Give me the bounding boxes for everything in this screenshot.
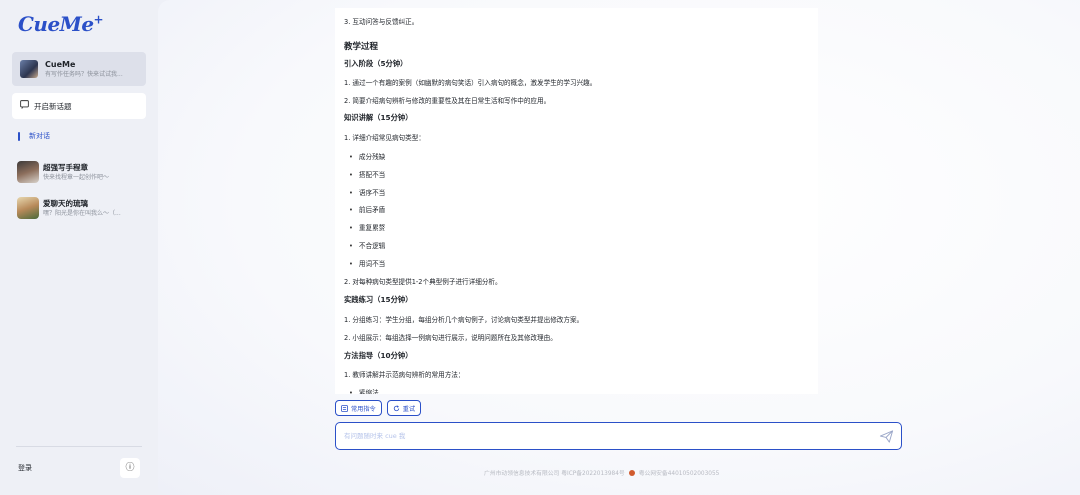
agent-name: CueMe <box>45 60 76 69</box>
retry-label: 重试 <box>402 405 416 413</box>
subsection-heading: 引入阶段（5分钟） <box>344 59 408 68</box>
sidebar: CueMe+ CueMe 有写作任务吗？快来试试我... 开启新话题 新对话 超… <box>0 0 158 495</box>
retry-button[interactable]: 重试 <box>386 400 422 416</box>
chat-input-box <box>335 422 902 450</box>
info-icon[interactable]: ⓘ <box>120 458 140 478</box>
persona-subtitle: 嘿？阳光是你在叫我么～（... <box>43 209 121 217</box>
retry-icon <box>393 404 399 411</box>
new-topic-button[interactable]: 开启新话题 <box>12 93 146 119</box>
persona-avatar <box>17 197 39 219</box>
bullet-item: 前后矛盾 <box>349 204 385 214</box>
app-logo[interactable]: CueMe+ <box>18 12 104 36</box>
paragraph-line: 1. 详细介绍常见病句类型： <box>344 134 425 142</box>
bullet-item: 成分残缺 <box>349 151 385 161</box>
bullet-item: 搭配不当 <box>349 169 385 179</box>
logo-text: CueMe <box>18 12 94 36</box>
new-chat-icon <box>20 100 29 112</box>
bullet-item: 不合逻辑 <box>349 240 385 250</box>
agent-avatar <box>20 60 38 78</box>
paragraph-line: 1. 通过一个有趣的案例（如幽默的病句笑话）引入病句的概念，激发学生的学习兴趣。 <box>344 79 597 87</box>
message-actions: 常用指令 重试 <box>335 400 422 416</box>
persona-subtitle: 快来找程章一起创作吧～ <box>43 173 110 181</box>
bullet-item: 语序不当 <box>349 187 385 197</box>
paragraph-line: 3. 互动问答与反馈纠正。 <box>344 18 419 26</box>
police-record[interactable]: 粤公网安备44010502003055 <box>639 468 720 477</box>
subsection-heading: 方法指导（10分钟） <box>344 351 413 360</box>
bullet-item: 重复累赘 <box>349 222 385 232</box>
bullet-item: 紧缩法 <box>349 387 379 394</box>
sidebar-divider <box>16 446 142 447</box>
bullet-item: 用词不当 <box>349 258 385 268</box>
chat-message-content: 3. 互动问答与反馈纠正。 教学过程引入阶段（5分钟） 1. 通过一个有趣的案例（如… <box>335 8 818 394</box>
active-indicator <box>18 131 20 141</box>
commands-icon <box>341 404 348 412</box>
footer: 广州市动领信息技术有限公司 粤ICP备2022013984号 粤公网安备4401… <box>484 468 719 477</box>
police-badge-icon <box>628 469 635 476</box>
icp-record[interactable]: 广州市动领信息技术有限公司 粤ICP备2022013984号 <box>484 468 625 477</box>
paragraph-line: 2. 对每种病句类型提供1-2个典型例子进行详细分析。 <box>344 278 502 286</box>
common-commands-button[interactable]: 常用指令 <box>335 400 382 416</box>
persona-item-writer[interactable]: 超强写手程章 快来找程章一起创作吧～ <box>17 160 147 184</box>
subsection-heading: 知识讲解（15分钟） <box>344 113 413 122</box>
login-link[interactable]: 登录 <box>18 463 32 473</box>
logo-plus: + <box>93 12 104 27</box>
subsection-heading: 实践练习（15分钟） <box>344 295 413 304</box>
session-item-current[interactable]: 新对话 <box>18 131 50 141</box>
commands-label: 常用指令 <box>351 405 376 413</box>
section-heading: 教学过程 <box>344 42 379 52</box>
paragraph-line: 2. 简要介绍病句辨析与修改的重要性及其在日常生活和写作中的应用。 <box>344 97 551 105</box>
session-label: 新对话 <box>29 132 50 140</box>
persona-item-chatter[interactable]: 爱聊天的琉璃 嘿？阳光是你在叫我么～（... <box>17 196 147 220</box>
new-topic-label: 开启新话题 <box>34 101 72 111</box>
send-icon[interactable] <box>879 429 894 444</box>
agent-card-cueme[interactable]: CueMe 有写作任务吗？快来试试我... <box>12 52 146 86</box>
chat-input[interactable] <box>344 429 864 443</box>
paragraph-line: 2. 小组展示：每组选择一例病句进行展示，说明问题所在及其修改理由。 <box>344 334 557 342</box>
paragraph-line: 1. 分组练习：学生分组，每组分析几个病句例子，讨论病句类型并提出修改方案。 <box>344 316 584 324</box>
paragraph-line: 1. 教师讲解并示范病句辨析的常用方法： <box>344 371 465 379</box>
persona-name: 超强写手程章 <box>43 162 88 172</box>
agent-subtitle: 有写作任务吗？快来试试我... <box>45 71 123 78</box>
persona-name: 爱聊天的琉璃 <box>43 198 88 208</box>
persona-avatar <box>17 161 39 183</box>
